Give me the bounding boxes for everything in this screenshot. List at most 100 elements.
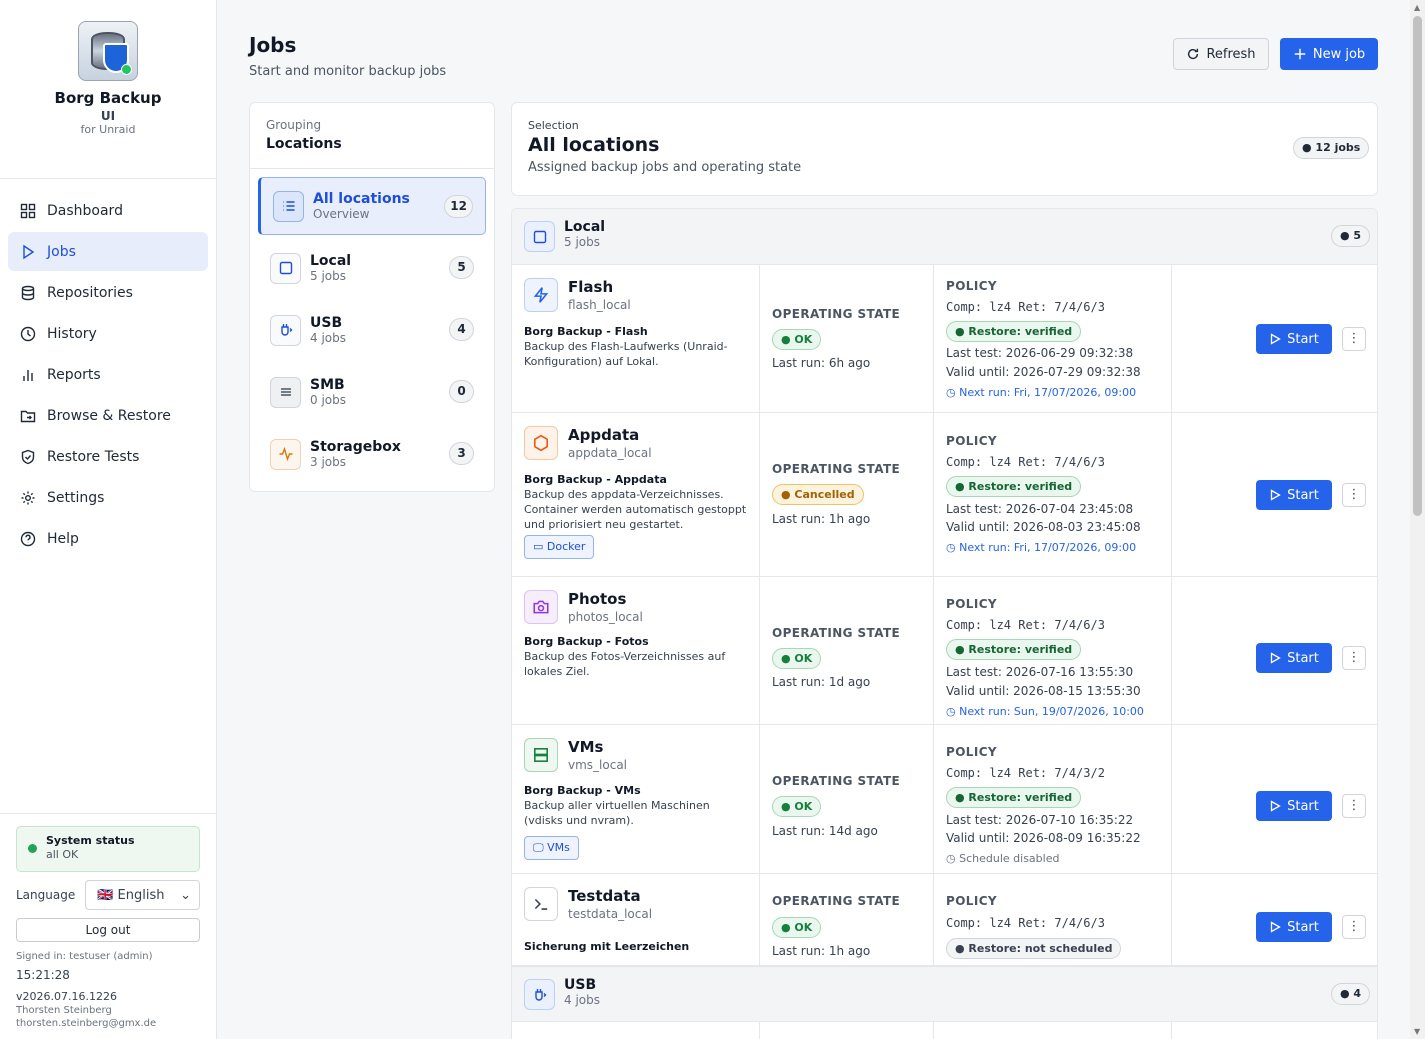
sidebar-footer: System status all OK Language 🇬🇧 English… — [0, 813, 216, 1039]
square-icon — [270, 252, 301, 284]
more-menu-icon[interactable]: ⋮ — [1342, 794, 1366, 818]
author: Thorsten Steinberg — [16, 1005, 112, 1016]
play-icon — [1270, 489, 1281, 501]
policy-comp: Comp: lz4 Ret: 7/4/3/2 — [946, 766, 1105, 780]
system-status[interactable]: System status all OK — [16, 826, 200, 872]
nav-item-history[interactable]: History — [8, 314, 208, 353]
system-status-text: all OK — [46, 848, 79, 861]
schedule-status: Schedule disabled — [959, 852, 1060, 865]
start-button[interactable]: Start — [1256, 480, 1332, 510]
group-header-sub: 4 jobs — [564, 993, 600, 1007]
docker-tag[interactable]: ▭ Docker — [524, 535, 595, 559]
hexagon-icon — [524, 426, 558, 460]
language-label: Language — [16, 888, 76, 902]
more-menu-icon[interactable]: ⋮ — [1342, 646, 1366, 670]
job-id: photos_local — [568, 610, 643, 624]
start-button[interactable]: Start — [1256, 643, 1332, 673]
job-name: VMs — [568, 738, 604, 756]
logout-button[interactable]: Log out — [16, 918, 200, 942]
start-button[interactable]: Start — [1256, 912, 1332, 942]
gear-icon — [21, 491, 35, 504]
nav-label: Dashboard — [47, 202, 123, 219]
sidebar: Borg Backup UI for Unraid Dashboard Jobs… — [0, 0, 217, 1039]
more-menu-icon[interactable]: ⋮ — [1342, 915, 1366, 939]
last-run: Last run: 14d ago — [772, 824, 878, 838]
group-sub: 4 jobs — [310, 330, 346, 345]
group-header-usb: USB 4 jobs ● 4 — [512, 966, 1377, 1022]
system-status-title: System status — [46, 834, 135, 847]
clock: 15:21:28 — [16, 968, 70, 982]
language-select[interactable]: 🇬🇧 English ⌄ — [85, 880, 200, 910]
nav-label: Help — [47, 530, 79, 547]
play-icon — [1270, 800, 1281, 812]
more-menu-icon[interactable]: ⋮ — [1342, 483, 1366, 507]
nav-item-reports[interactable]: Reports — [8, 355, 208, 394]
nav-item-dashboard[interactable]: Dashboard — [8, 191, 208, 230]
start-button[interactable]: Start — [1256, 791, 1332, 821]
selection-value: All locations — [528, 134, 660, 156]
chevron-down-icon: ⌄ — [180, 887, 191, 903]
job-id: testdata_local — [568, 907, 653, 921]
play-icon — [1270, 652, 1281, 664]
job-row: VMs vms_local Borg Backup - VMs Backup al… — [512, 725, 1377, 874]
menu-lines-icon — [270, 376, 301, 408]
more-menu-icon[interactable]: ⋮ — [1342, 327, 1366, 351]
server-icon — [524, 738, 558, 772]
nav-item-settings[interactable]: Settings — [8, 478, 208, 517]
page-title: Jobs — [249, 33, 297, 57]
group-item-all-locations[interactable]: All locations Overview 12 — [258, 177, 486, 235]
plus-icon — [1294, 48, 1306, 60]
job-desc-title: Borg Backup - Flash — [524, 325, 648, 338]
job-id: appdata_local — [568, 446, 652, 460]
start-label: Start — [1287, 331, 1319, 347]
policy-comp: Comp: lz4 Ret: 7/4/6/3 — [946, 618, 1105, 632]
grouping-header: Grouping Locations — [250, 103, 494, 169]
group-name: All locations — [313, 190, 410, 207]
page-scrollbar[interactable]: ▲ ▼ — [1410, 0, 1425, 1039]
clock-icon: ◷ — [946, 852, 960, 865]
nav-label: Jobs — [47, 243, 76, 260]
bar-chart-icon — [23, 369, 33, 381]
restore-badge: ● Restore: verified — [946, 476, 1082, 497]
new-job-button[interactable]: New job — [1280, 38, 1378, 70]
group-item-smb[interactable]: SMB 0 jobs 0 — [258, 363, 486, 421]
group-item-storagebox[interactable]: Storagebox 3 jobs 3 — [258, 425, 486, 483]
refresh-button[interactable]: Refresh — [1173, 38, 1269, 70]
clock-icon: ◷ — [946, 705, 960, 718]
job-name: Flash — [568, 278, 614, 296]
vms-tag[interactable]: 🖵 VMs — [524, 836, 579, 860]
selection-label: Selection — [528, 119, 579, 132]
group-item-usb[interactable]: USB 4 jobs 4 — [258, 301, 486, 359]
nav-item-help[interactable]: Help — [8, 519, 208, 558]
scroll-up-icon[interactable]: ▲ — [1414, 3, 1420, 12]
activity-icon — [270, 438, 301, 470]
nav-item-repositories[interactable]: Repositories — [8, 273, 208, 312]
group-item-local[interactable]: Local 5 jobs 5 — [258, 239, 486, 297]
clock-icon: ◷ — [946, 386, 960, 399]
group-name: Local — [310, 252, 352, 269]
app-logo-icon — [78, 21, 138, 81]
jobs-count-badge: ● 12 jobs — [1293, 137, 1370, 159]
start-button[interactable]: Start — [1256, 324, 1332, 354]
scrollbar-thumb[interactable] — [1413, 16, 1422, 516]
last-test: Last test: 2026-07-16 13:55:30 — [946, 665, 1134, 679]
nav-item-jobs[interactable]: Jobs — [8, 232, 208, 271]
nav-item-restore-tests[interactable]: Restore Tests — [8, 437, 208, 476]
group-count-badge: ● 4 — [1331, 983, 1371, 1005]
scroll-down-icon[interactable]: ▼ — [1414, 1027, 1420, 1036]
start-label: Start — [1287, 487, 1319, 503]
tag-label: VMs — [547, 841, 570, 854]
job-name: Testdata — [568, 887, 641, 905]
group-header-sub: 5 jobs — [564, 235, 600, 249]
list-icon — [273, 190, 304, 222]
monitor-icon: 🖵 — [533, 841, 548, 854]
status-dot-icon — [28, 844, 37, 853]
status-badge: ● OK — [772, 917, 822, 938]
container-icon: ▭ — [533, 540, 547, 553]
restore-badge: ● Restore: verified — [946, 639, 1082, 660]
job-id: vms_local — [568, 758, 628, 772]
nav-item-browse-restore[interactable]: Browse & Restore — [8, 396, 208, 435]
start-label: Start — [1287, 919, 1319, 935]
job-desc: Backup des Flash-Laufwerks (Unraid-Konfi… — [524, 340, 728, 368]
shield-check-icon — [21, 449, 35, 464]
